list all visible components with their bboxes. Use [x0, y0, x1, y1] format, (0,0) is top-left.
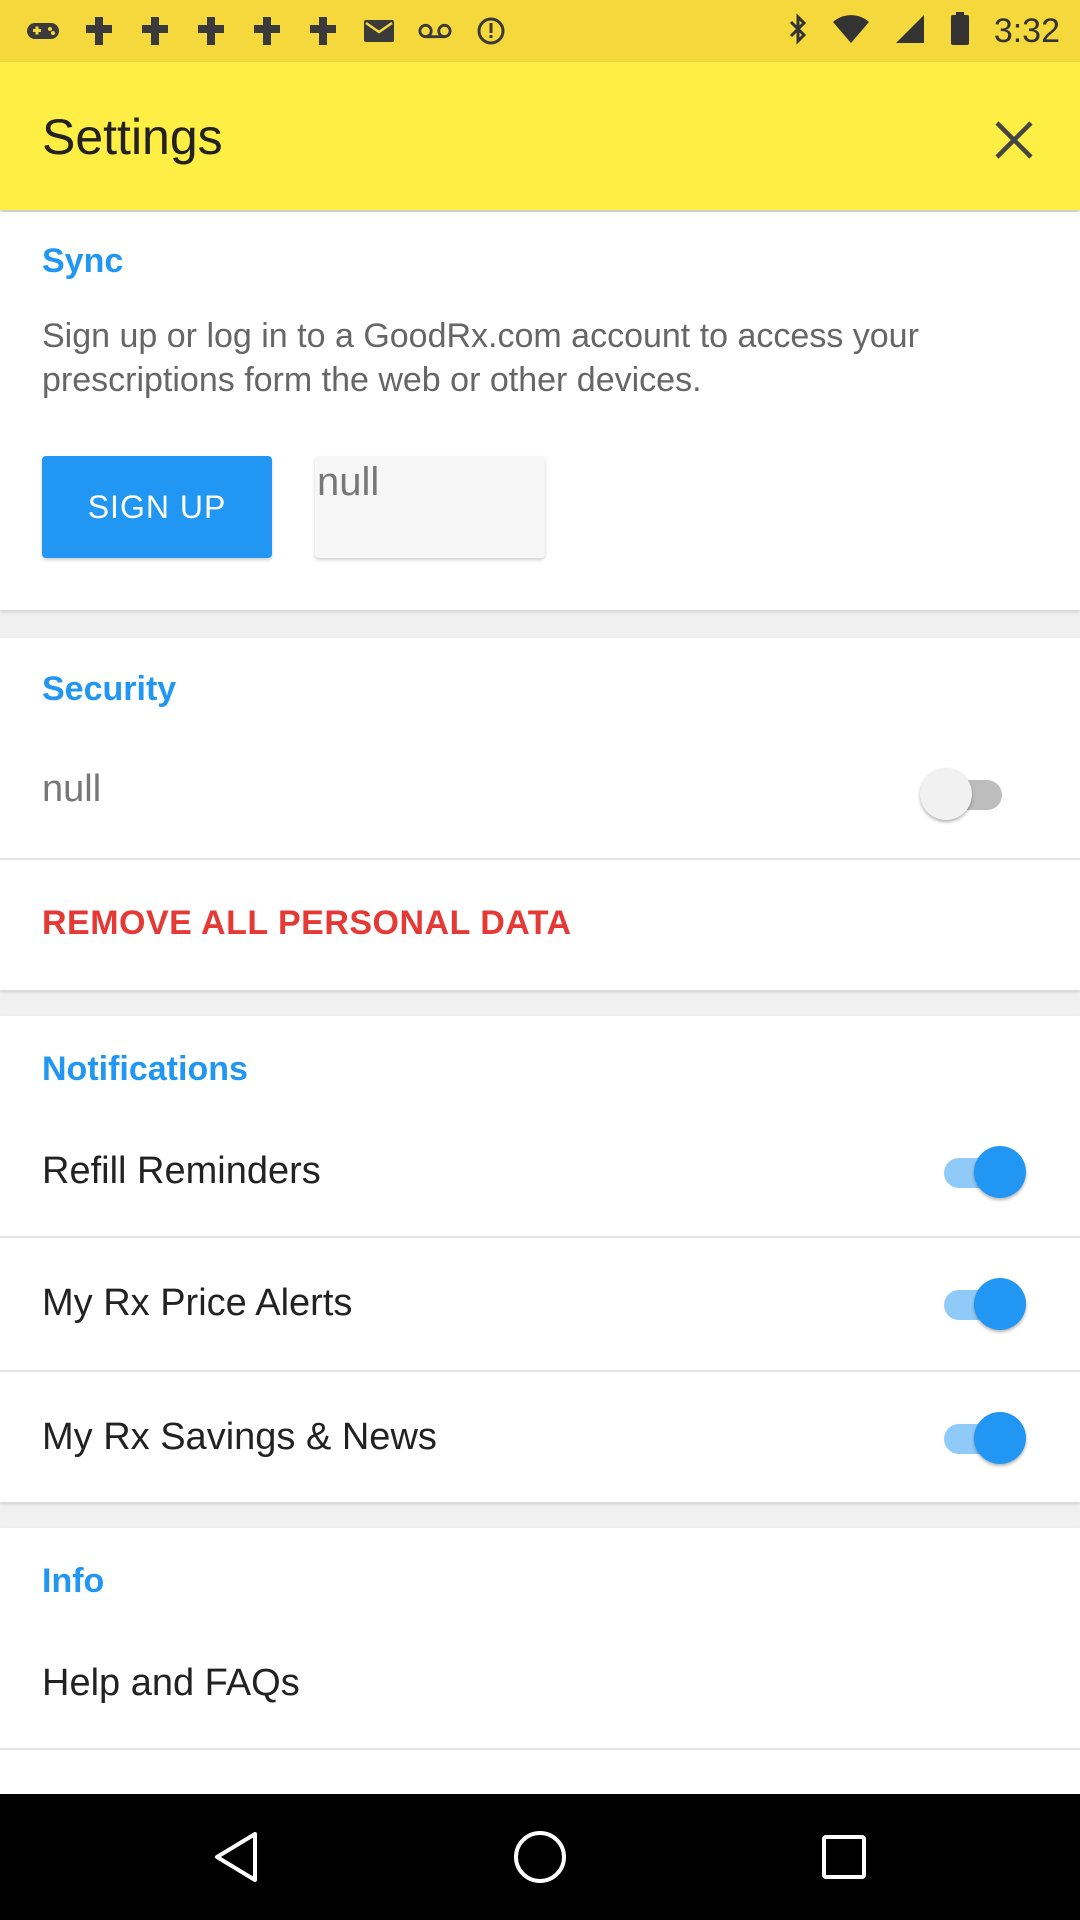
price-alerts-toggle[interactable]: [938, 1276, 1026, 1332]
help-faqs-item[interactable]: Help and FAQs: [42, 1662, 300, 1705]
app-bar: Settings: [0, 62, 1080, 210]
cross-icon: [306, 14, 340, 48]
signal-icon: [894, 13, 926, 50]
cross-icon: [82, 14, 116, 48]
toggle-thumb: [920, 768, 972, 820]
voicemail-icon: [418, 14, 452, 48]
back-button[interactable]: [206, 1827, 266, 1887]
toggle-thumb: [974, 1412, 1026, 1464]
navigation-bar: [0, 1794, 1080, 1920]
security-toggle[interactable]: [920, 766, 1008, 822]
back-icon: [215, 1832, 257, 1882]
login-button-label: null: [317, 460, 380, 504]
divider: [0, 858, 1080, 860]
status-bar-system-icons: 3:32: [788, 12, 1060, 51]
security-card: Security null REMOVE ALL PERSONAL DATA: [0, 638, 1080, 990]
gamepad-icon: [26, 14, 60, 48]
cross-icon: [250, 14, 284, 48]
alarm-icon: [474, 14, 508, 48]
battery-icon: [950, 12, 970, 51]
refill-reminders-toggle[interactable]: [938, 1144, 1026, 1200]
info-section-title: Info: [42, 1562, 105, 1600]
divider: [0, 1370, 1080, 1372]
cross-icon: [138, 14, 172, 48]
sync-section-title: Sync: [42, 242, 124, 280]
sync-card: Sync Sign up or log in to a GoodRx.com a…: [0, 212, 1080, 610]
cross-icon: [194, 14, 228, 48]
wifi-icon: [832, 14, 870, 49]
home-icon: [514, 1831, 566, 1883]
security-row-label: null: [42, 768, 102, 810]
close-button[interactable]: [984, 110, 1044, 170]
savings-news-toggle[interactable]: [938, 1410, 1026, 1466]
recents-button[interactable]: [814, 1827, 874, 1887]
home-button[interactable]: [510, 1827, 570, 1887]
status-bar: 3:32: [0, 0, 1080, 62]
recents-icon: [822, 1835, 866, 1879]
toggle-thumb: [974, 1146, 1026, 1198]
status-bar-notification-icons: [26, 14, 508, 48]
page-title: Settings: [42, 109, 223, 165]
close-icon: [995, 121, 1033, 159]
sign-up-button[interactable]: SIGN UP: [42, 456, 272, 558]
login-button[interactable]: null: [315, 456, 545, 558]
notifications-section-title: Notifications: [42, 1050, 248, 1088]
bluetooth-icon: [788, 13, 808, 50]
divider: [0, 1236, 1080, 1238]
clock-time: 3:32: [993, 12, 1060, 50]
savings-news-label: My Rx Savings & News: [42, 1416, 437, 1458]
email-icon: [362, 14, 396, 48]
refill-reminders-label: Refill Reminders: [42, 1150, 321, 1192]
security-section-title: Security: [42, 670, 177, 708]
divider: [0, 1748, 1080, 1750]
remove-personal-data-button[interactable]: REMOVE ALL PERSONAL DATA: [42, 904, 572, 943]
notifications-card: Notifications Refill Reminders My Rx Pri…: [0, 1016, 1080, 1502]
price-alerts-label: My Rx Price Alerts: [42, 1282, 353, 1324]
sync-description: Sign up or log in to a GoodRx.com accoun…: [42, 317, 919, 399]
info-card: Info Help and FAQs: [0, 1528, 1080, 1794]
toggle-thumb: [974, 1278, 1026, 1330]
